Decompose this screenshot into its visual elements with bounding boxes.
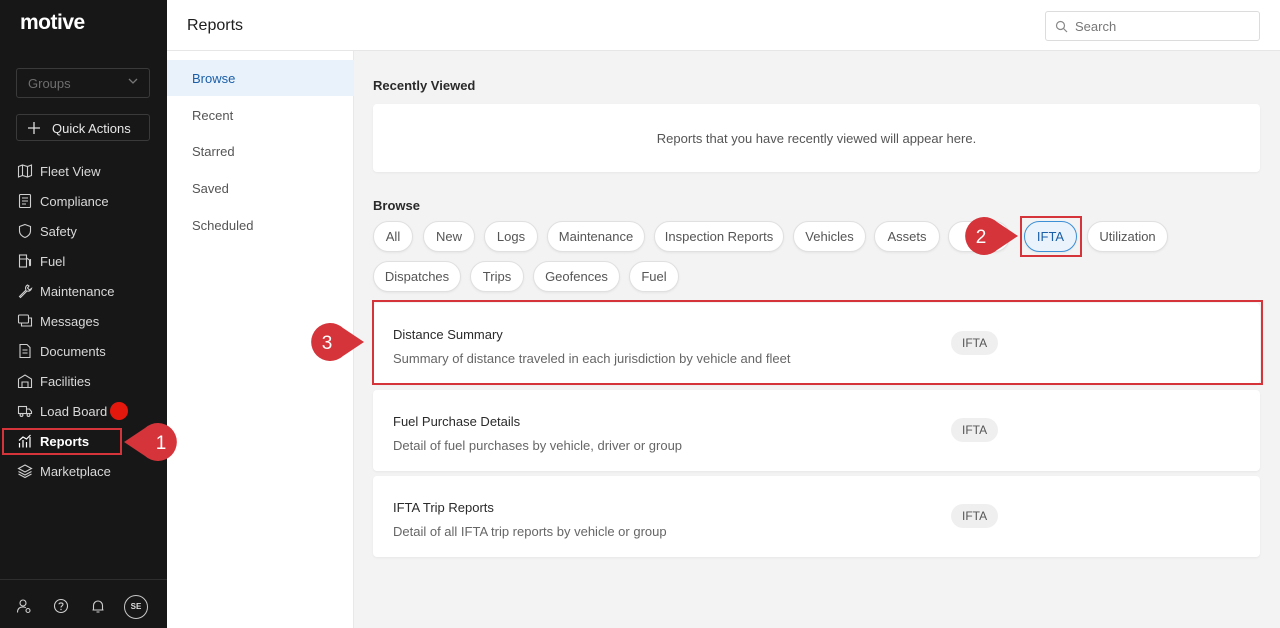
filter-chip-vehicles[interactable]: Vehicles (793, 221, 866, 252)
fuel-pump-icon (18, 254, 32, 268)
sidebar-divider (0, 579, 167, 580)
sidebar-item-label: Compliance (40, 194, 109, 209)
highlight-box-distance-summary (372, 300, 1263, 385)
sidebar-item-label: Fleet View (40, 164, 101, 179)
filter-chip-assets[interactable]: Assets (874, 221, 940, 252)
search-box[interactable] (1045, 11, 1260, 41)
callout-number-2: 2 (976, 227, 987, 248)
recently-viewed-empty-text: Reports that you have recently viewed wi… (656, 131, 977, 146)
report-card-ifta-trip-reports[interactable]: IFTA Trip Reports Detail of all IFTA tri… (373, 476, 1260, 557)
filter-chip-inspection-reports[interactable]: Inspection Reports (654, 221, 784, 252)
sidebar-item-fuel[interactable]: Fuel (0, 246, 167, 276)
report-tag: IFTA (951, 504, 999, 528)
sidebar-item-label: Facilities (40, 374, 91, 389)
avatar[interactable]: SE (124, 595, 148, 619)
chat-icon (17, 314, 33, 327)
quick-actions-label: Quick Actions (52, 121, 131, 136)
report-description: Detail of fuel purchases by vehicle, dri… (393, 438, 683, 453)
filter-chip-all[interactable]: All (373, 221, 413, 252)
filter-chip-geofences[interactable]: Geofences (533, 261, 620, 292)
document-list-icon (18, 193, 32, 209)
sidebar-item-documents[interactable]: Documents (0, 336, 167, 366)
filter-chip-new[interactable]: New (423, 221, 475, 252)
subnav-item-browse[interactable]: Browse (167, 60, 354, 96)
groups-select[interactable]: Groups (16, 68, 150, 98)
highlight-box-reports (2, 428, 122, 455)
callout-marker-1: 1 (124, 423, 177, 461)
search-input[interactable] (1075, 18, 1255, 35)
shield-icon (18, 223, 32, 239)
sidebar-item-label: Maintenance (40, 284, 115, 299)
report-description: Detail of all IFTA trip reports by vehic… (393, 524, 667, 539)
callout-marker-2: 2 (965, 217, 1018, 255)
subnav-item-saved[interactable]: Saved (167, 170, 354, 206)
bell-icon[interactable] (90, 598, 106, 614)
sidebar-item-messages[interactable]: Messages (0, 306, 167, 336)
help-icon[interactable] (53, 598, 69, 614)
document-icon (19, 343, 31, 359)
callout-number-1: 1 (156, 433, 167, 454)
truck-icon (17, 405, 33, 417)
sidebar-item-label: Marketplace (40, 464, 111, 479)
browse-title: Browse (373, 198, 420, 213)
filter-chip-logs[interactable]: Logs (484, 221, 538, 252)
plus-icon (28, 122, 40, 134)
sidebar: motive Groups Quick Actions Fleet View C… (0, 0, 167, 628)
filter-chip-trips[interactable]: Trips (470, 261, 524, 292)
report-tag: IFTA (951, 418, 999, 442)
map-icon (17, 164, 33, 178)
quick-actions-button[interactable]: Quick Actions (16, 114, 150, 141)
sidebar-item-label: Safety (40, 224, 77, 239)
subnav-item-recent[interactable]: Recent (167, 97, 354, 133)
sidebar-item-safety[interactable]: Safety (0, 216, 167, 246)
search-icon (1055, 20, 1068, 33)
highlight-box-ifta-filter (1020, 216, 1082, 257)
report-title: Fuel Purchase Details (393, 414, 521, 429)
page-title: Reports (187, 17, 244, 34)
user-settings-icon[interactable] (16, 598, 32, 614)
chevron-down-icon (128, 78, 138, 84)
subnav-item-starred[interactable]: Starred (167, 133, 354, 169)
filter-chip-fuel[interactable]: Fuel (629, 261, 679, 292)
layers-icon (17, 464, 33, 479)
recently-viewed-title: Recently Viewed (373, 78, 476, 93)
sidebar-item-compliance[interactable]: Compliance (0, 186, 167, 216)
sidebar-item-facilities[interactable]: Facilities (0, 366, 167, 396)
wrench-icon (18, 284, 33, 299)
notification-badge (110, 402, 128, 420)
report-title: IFTA Trip Reports (393, 500, 494, 515)
top-bar: Reports (167, 0, 1280, 51)
sidebar-item-label: Documents (40, 344, 106, 359)
filter-chip-maintenance[interactable]: Maintenance (547, 221, 645, 252)
report-card-fuel-purchase-details[interactable]: Fuel Purchase Details Detail of fuel pur… (373, 390, 1260, 471)
filter-chip-dispatches[interactable]: Dispatches (373, 261, 461, 292)
subnav-item-scheduled[interactable]: Scheduled (167, 207, 354, 243)
callout-marker-3: 3 (311, 323, 364, 361)
sidebar-item-label: Fuel (40, 254, 66, 269)
groups-placeholder: Groups (28, 76, 71, 91)
recently-viewed-panel: Reports that you have recently viewed wi… (373, 104, 1260, 172)
filter-chip-utilization[interactable]: Utilization (1087, 221, 1168, 252)
motive-logo[interactable]: motive (20, 11, 85, 35)
sidebar-item-maintenance[interactable]: Maintenance (0, 276, 167, 306)
sidebar-item-label: Load Board (40, 404, 108, 419)
sidebar-item-label: Messages (40, 314, 100, 329)
sidebar-item-fleet-view[interactable]: Fleet View (0, 156, 167, 186)
callout-number-3: 3 (322, 333, 333, 354)
building-icon (17, 374, 33, 389)
